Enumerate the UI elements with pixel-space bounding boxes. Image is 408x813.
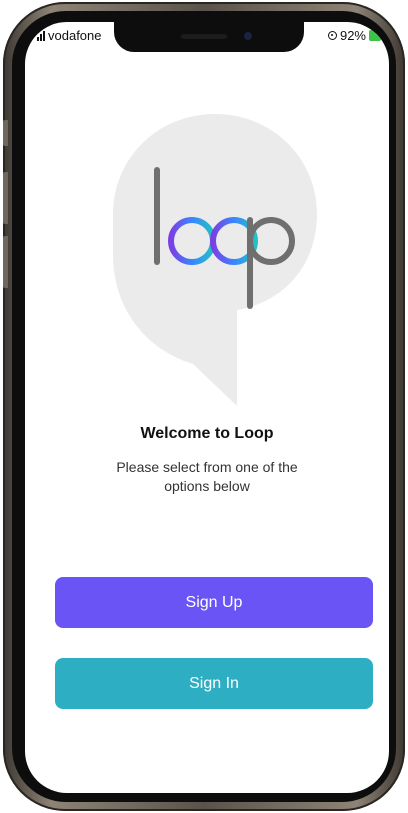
volume-up-button bbox=[3, 172, 8, 224]
screen: vodafone 92% Welcome to Loop Please sele… bbox=[25, 22, 389, 793]
orientation-lock-icon bbox=[327, 31, 337, 40]
sign-up-button[interactable]: Sign Up bbox=[55, 577, 373, 628]
signal-icon bbox=[37, 30, 45, 41]
carrier-label: vodafone bbox=[48, 28, 102, 43]
mute-switch bbox=[3, 120, 8, 146]
sign-in-button[interactable]: Sign In bbox=[55, 658, 373, 709]
phone-frame: vodafone 92% Welcome to Loop Please sele… bbox=[3, 2, 405, 811]
speaker-grille bbox=[181, 34, 227, 39]
notch bbox=[114, 22, 304, 52]
speech-bubble-shape bbox=[113, 114, 317, 406]
battery-icon bbox=[369, 30, 381, 41]
front-camera-icon bbox=[244, 32, 252, 40]
volume-down-button bbox=[3, 236, 8, 288]
welcome-subtitle: Please select from one of the options be… bbox=[116, 459, 298, 494]
battery-percentage: 92% bbox=[339, 28, 366, 43]
loop-logo bbox=[113, 114, 317, 406]
status-bar-left: vodafone bbox=[37, 28, 102, 43]
welcome-title: Welcome to Loop bbox=[140, 425, 274, 442]
status-bar-right: 92% bbox=[327, 28, 381, 43]
